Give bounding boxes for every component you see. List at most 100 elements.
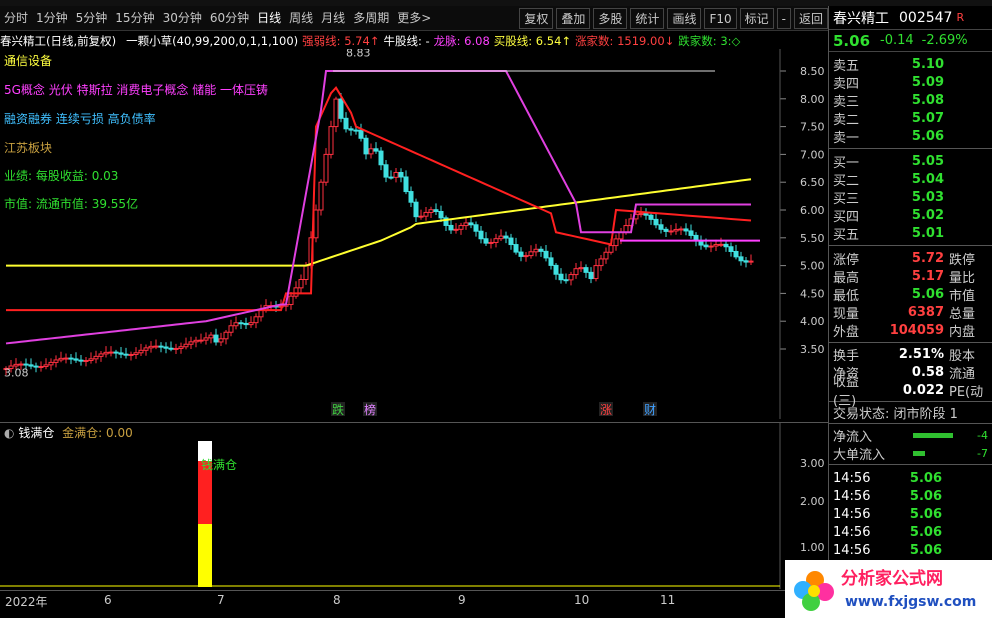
period-tab[interactable]: 更多> bbox=[393, 8, 435, 29]
candle-body bbox=[333, 98, 339, 128]
ask-book: 卖五 5.10 卖四 5.09 卖三 5.08 卖二 5.07 卖一 5.06 bbox=[829, 52, 992, 149]
bid-row[interactable]: 买一 5.05 bbox=[829, 152, 992, 171]
candle-body bbox=[48, 361, 54, 366]
bid-row[interactable]: 买五 5.01 bbox=[829, 224, 992, 243]
ask-row[interactable]: 卖三 5.08 bbox=[829, 91, 992, 110]
stat-row: 最高 5.17 量比 bbox=[829, 267, 992, 286]
sub-axis-label: 3.00 bbox=[800, 457, 825, 470]
period-tab[interactable]: 多周期 bbox=[349, 8, 393, 29]
ask-row[interactable]: 卖二 5.07 bbox=[829, 109, 992, 128]
candle-body bbox=[113, 351, 119, 354]
period-tab[interactable]: 5分钟 bbox=[72, 8, 112, 29]
flow-row: 大单流入 -7 bbox=[829, 444, 992, 463]
tick-list[interactable]: 14:56 5.06 14:56 5.06 14:56 5.06 14:56 5.06 14:5… bbox=[829, 465, 992, 563]
price-axis-label: 8.50 bbox=[800, 65, 825, 78]
toolbar-button[interactable]: 多股 bbox=[593, 7, 628, 29]
candle-body bbox=[338, 98, 344, 119]
candle-body bbox=[143, 347, 149, 351]
candle-body bbox=[378, 150, 384, 166]
period-tab[interactable]: 30分钟 bbox=[159, 8, 206, 29]
candle-body bbox=[623, 225, 629, 233]
bid-price: 5.05 bbox=[911, 153, 944, 169]
candle-body bbox=[493, 238, 499, 243]
kline-chart[interactable]: 8.50 8.00 7.50 7.00 6.50 6.00 5.50 5.00 4.50 4.00… bbox=[0, 49, 828, 419]
candle-body bbox=[253, 316, 259, 324]
ask-row[interactable]: 卖四 5.09 bbox=[829, 73, 992, 92]
ask-price: 5.09 bbox=[911, 74, 944, 90]
candle-body bbox=[708, 245, 714, 248]
toolbar-button[interactable]: 统计 bbox=[630, 7, 665, 29]
finance-tag: 融资融券 连续亏损 高负债率 bbox=[4, 112, 156, 126]
period-tab[interactable]: 15分钟 bbox=[111, 8, 158, 29]
toolbar-button[interactable]: F10 bbox=[704, 7, 737, 29]
candle-body bbox=[128, 353, 134, 356]
price-axis-label: 7.00 bbox=[800, 148, 825, 161]
period-tab[interactable]: 日线 bbox=[253, 8, 285, 29]
candle-body bbox=[348, 128, 354, 131]
event-label: 跌 bbox=[332, 402, 344, 417]
high-price-mark: 8.83 bbox=[346, 49, 371, 60]
tick-time: 14:56 bbox=[833, 524, 871, 540]
candle-body bbox=[368, 148, 374, 155]
ask-level: 卖四 bbox=[833, 76, 860, 92]
fund-label-right: PE(动 bbox=[949, 384, 984, 400]
candle-body bbox=[438, 210, 444, 219]
period-tab[interactable]: 周线 bbox=[285, 8, 317, 29]
tick-time: 14:56 bbox=[833, 488, 871, 504]
toolbar-button[interactable]: 叠加 bbox=[556, 7, 591, 29]
period-tab[interactable]: 1分钟 bbox=[32, 8, 72, 29]
toolbar-button[interactable]: 标记 bbox=[739, 7, 774, 29]
tick-price: 5.06 bbox=[909, 488, 942, 504]
price-axis-label: 6.00 bbox=[800, 204, 825, 217]
period-tab[interactable]: 60分钟 bbox=[206, 8, 253, 29]
bid-row[interactable]: 买二 5.04 bbox=[829, 170, 992, 189]
bid-row[interactable]: 买三 5.03 bbox=[829, 188, 992, 207]
adjust-button[interactable]: 复权 bbox=[519, 7, 554, 29]
flow-value: -7 bbox=[977, 446, 988, 460]
last-price: 5.06 bbox=[833, 31, 871, 50]
candle-body bbox=[158, 345, 164, 348]
logo-url: www.fxjgsw.com bbox=[845, 594, 976, 610]
fund-value: 0.58 bbox=[911, 364, 944, 380]
period-tab[interactable]: 分时 bbox=[0, 8, 32, 29]
stat-label-right: 市值 bbox=[949, 288, 976, 304]
candle-body bbox=[618, 231, 624, 240]
candle-body bbox=[208, 334, 214, 339]
candle-body bbox=[533, 248, 539, 253]
dragon-vein-value: 龙脉: 6.08 bbox=[433, 33, 490, 48]
candle-body bbox=[433, 209, 439, 212]
candle-body bbox=[653, 218, 659, 226]
ask-level: 卖二 bbox=[833, 112, 860, 128]
date-axis: 2022年 6 7 8 9 10 11 bbox=[0, 590, 828, 618]
flow-bar bbox=[913, 432, 953, 438]
indicator-name[interactable]: 一颗小草(40,99,200,0,1,1,100) bbox=[126, 33, 298, 49]
price-axis-label: 5.50 bbox=[800, 232, 825, 245]
tick-time: 14:56 bbox=[833, 542, 871, 558]
margin-flag: R bbox=[956, 11, 965, 24]
candle-body bbox=[318, 181, 324, 211]
period-tab[interactable]: 月线 bbox=[317, 8, 349, 29]
candle-body bbox=[73, 358, 79, 361]
candle-body bbox=[448, 224, 454, 231]
toolbar-button[interactable]: - bbox=[776, 7, 791, 29]
candle-body bbox=[78, 359, 84, 362]
tick-row: 14:56 5.06 bbox=[829, 505, 992, 523]
tick-price: 5.06 bbox=[909, 524, 942, 540]
candle-body bbox=[748, 260, 754, 263]
stat-label-right: 跌停 bbox=[949, 252, 976, 268]
candle-body bbox=[53, 359, 59, 363]
candle-body bbox=[243, 322, 249, 326]
ask-row[interactable]: 卖一 5.06 bbox=[829, 127, 992, 146]
capital-flow: 净流入 -4 大单流入 -7 bbox=[829, 424, 992, 465]
ask-price: 5.08 bbox=[911, 92, 944, 108]
bid-row[interactable]: 买四 5.02 bbox=[829, 206, 992, 225]
ask-row[interactable]: 卖五 5.10 bbox=[829, 55, 992, 74]
sub-indicator-panel[interactable]: ◐ 钱满仓 金满仓: 0.00 3.00 2.00 1.00 钱满仓 bbox=[0, 422, 828, 589]
tick-time: 14:56 bbox=[833, 470, 871, 486]
trade-state: 交易状态: 闭市阶段 1 bbox=[829, 402, 992, 424]
candle-body bbox=[298, 279, 304, 289]
toolbar-button[interactable]: 画线 bbox=[667, 7, 702, 29]
flow-row: 净流入 -4 bbox=[829, 426, 992, 445]
toolbar-button[interactable]: 返回 bbox=[793, 7, 828, 29]
candle-body bbox=[193, 339, 199, 343]
